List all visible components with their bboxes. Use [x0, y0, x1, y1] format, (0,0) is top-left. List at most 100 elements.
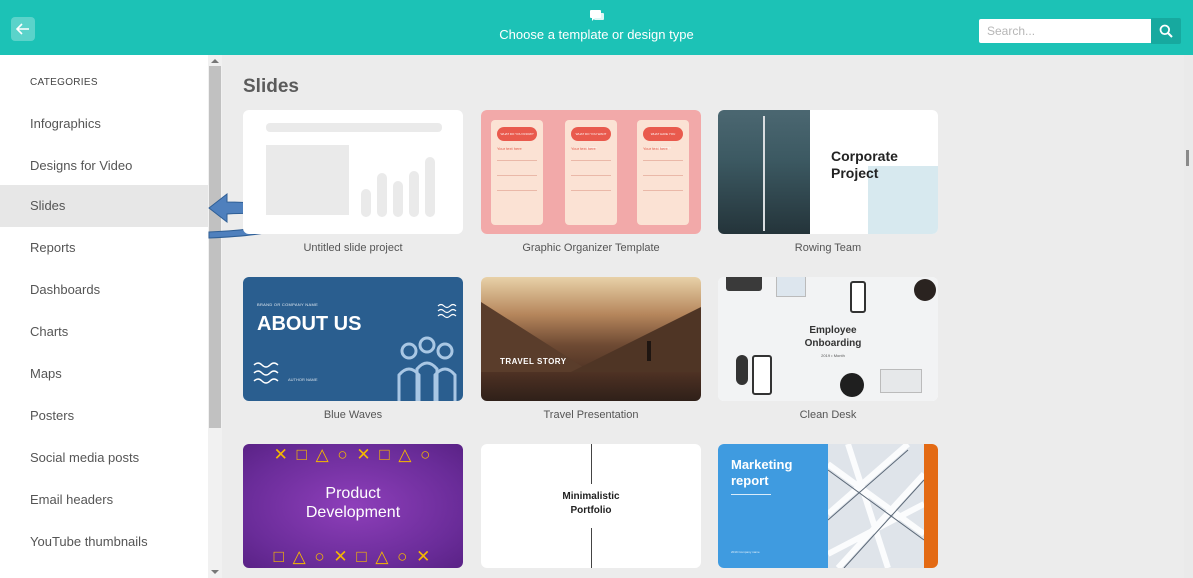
placeholder-bar — [266, 123, 442, 132]
divider — [591, 528, 592, 568]
thumbnail-title: ABOUT US — [257, 313, 362, 335]
scroll-up-arrow-icon[interactable] — [211, 59, 219, 63]
symbol-row: ✕ □ △ ○ ✕ □ △ ○ — [273, 445, 433, 464]
sidebar-item-maps[interactable]: Maps — [0, 353, 208, 395]
template-thumbnail[interactable]: Employee Onboarding 2019 • Month — [718, 277, 938, 401]
notepad-shape — [776, 277, 806, 297]
placeholder-text: Your text here — [571, 146, 596, 151]
sidebar-item-charts[interactable]: Charts — [0, 311, 208, 353]
template-card-travel-presentation[interactable]: TRAVEL STORY Travel Presentation — [481, 277, 701, 421]
sidebar-item-email-headers[interactable]: Email headers — [0, 479, 208, 521]
wave-icon — [437, 303, 457, 319]
wave-icon — [253, 362, 279, 384]
template-card-product-development[interactable]: ✕ □ △ ○ ✕ □ △ ○ Product Development □ △ … — [243, 444, 463, 568]
placeholder-block — [266, 145, 349, 215]
card-label[interactable]: Untitled slide project — [243, 242, 463, 254]
organizer-pill: WHAT HAVE YOU LEARNED? — [643, 127, 683, 150]
thumbnail-title: Corporate Project — [831, 148, 898, 182]
placeholder-bar — [425, 157, 435, 217]
sidebar-item-reports[interactable]: Reports — [0, 227, 208, 269]
thumbnail-title-line: Development — [305, 504, 401, 521]
coffee-cup-shape — [840, 373, 864, 397]
sidebar-item-social-media-posts[interactable]: Social media posts — [0, 437, 208, 479]
divider — [643, 190, 683, 191]
people-icon — [397, 336, 457, 401]
chat-icon — [589, 10, 604, 21]
card-label[interactable]: Rowing Team — [718, 242, 938, 254]
thumbnail-caption: 2019 Company name — [731, 550, 760, 554]
template-thumbnail[interactable] — [243, 110, 463, 234]
sidebar-item-slides[interactable]: Slides — [0, 185, 208, 227]
template-thumbnail[interactable]: TRAVEL STORY — [481, 277, 701, 401]
sidebar-scrollbar[interactable] — [208, 55, 222, 578]
device-shape — [736, 355, 748, 385]
template-thumbnail[interactable]: BRAND OR COMPANY NAME ABOUT US AUTHOR NA… — [243, 277, 463, 401]
sidebar-item-designs-for-video[interactable]: Designs for Video — [0, 145, 208, 187]
template-card-clean-desk[interactable]: Employee Onboarding 2019 • Month Clean D… — [718, 277, 938, 421]
template-card-minimalistic-portfolio[interactable]: Minimalistic Portfolio — [481, 444, 701, 568]
placeholder-bar — [377, 173, 387, 217]
sidebar-scroll-thumb[interactable] — [209, 66, 221, 428]
thumbnail-title: TRAVEL STORY — [500, 357, 567, 366]
organizer-column: WHAT DO YOU WANT KNOW? Your text here — [565, 120, 617, 225]
card-label[interactable]: Travel Presentation — [481, 409, 701, 421]
thumbnail-title-line: Corporate — [831, 148, 898, 164]
card-label[interactable]: Clean Desk — [718, 409, 938, 421]
template-card-marketing-report[interactable]: Marketing report 2019 Company name — [718, 444, 938, 568]
sidebar-item-dashboards[interactable]: Dashboards — [0, 269, 208, 311]
coffee-cup-shape — [914, 279, 936, 301]
thumbnail-caption: BRAND OR COMPANY NAME — [257, 302, 319, 307]
search-input[interactable] — [979, 19, 1151, 43]
hiker-figure — [647, 341, 651, 361]
search-icon — [1159, 24, 1173, 38]
placeholder-bar — [361, 189, 371, 217]
section-title: Slides — [243, 76, 299, 97]
main-scroll-thumb[interactable] — [1186, 150, 1189, 166]
thumbnail-title-line: report — [731, 473, 769, 488]
main-scrollbar[interactable] — [1184, 55, 1193, 578]
search-button[interactable] — [1151, 18, 1181, 44]
template-thumbnail[interactable]: ✕ □ △ ○ ✕ □ △ ○ Product Development □ △ … — [243, 444, 463, 568]
template-card-graphic-organizer[interactable]: WHAT DO YOU KNOW? Your text here WHAT DO… — [481, 110, 701, 254]
card-label[interactable]: Blue Waves — [243, 409, 463, 421]
template-card-rowing-team[interactable]: Corporate Project Rowing Team — [718, 110, 938, 254]
accent-stripe — [924, 444, 938, 568]
divider — [497, 175, 537, 176]
divider — [571, 175, 611, 176]
organizer-pill-text: WHAT DO YOU KNOW? — [500, 132, 534, 136]
card-label[interactable]: Graphic Organizer Template — [481, 242, 701, 254]
template-card-untitled[interactable]: Untitled slide project — [243, 110, 463, 254]
rowing-boat — [763, 116, 765, 231]
placeholder-bar — [409, 171, 419, 217]
categories-heading: CATEGORIES — [30, 77, 98, 88]
thumbnail-title-line: Minimalistic — [562, 491, 620, 502]
thumbnail-title: Minimalistic Portfolio — [481, 490, 701, 518]
thumbnail-title-line: Project — [831, 165, 879, 181]
sidebar-item-infographics[interactable]: Infographics — [0, 103, 208, 145]
sidebar-item-posters[interactable]: Posters — [0, 395, 208, 437]
template-card-blue-waves[interactable]: BRAND OR COMPANY NAME ABOUT US AUTHOR NA… — [243, 277, 463, 421]
sidebar-item-youtube-thumbnails[interactable]: YouTube thumbnails — [0, 521, 208, 563]
divider — [643, 160, 683, 161]
thumbnail-title-line: Marketing — [731, 457, 793, 472]
template-thumbnail[interactable]: Minimalistic Portfolio — [481, 444, 701, 568]
scroll-down-arrow-icon[interactable] — [211, 570, 219, 574]
top-bar: Choose a template or design type — [0, 0, 1193, 55]
placeholder-text: Your text here — [497, 146, 522, 151]
architecture-photo — [826, 444, 927, 568]
thumbnail-title: Product Development — [243, 484, 463, 522]
thumbnail-title-line: Product — [325, 485, 381, 502]
keyboard-shape — [726, 277, 762, 291]
thumbnail-caption: AUTHOR NAME — [288, 377, 318, 382]
divider — [497, 160, 537, 161]
template-thumbnail[interactable]: Corporate Project — [718, 110, 938, 234]
divider — [643, 175, 683, 176]
thumbnail-title-line: Portfolio — [570, 505, 612, 516]
thumbnail-title-line: Employee — [809, 325, 857, 336]
template-thumbnail[interactable]: Marketing report 2019 Company name — [718, 444, 938, 568]
template-thumbnail[interactable]: WHAT DO YOU KNOW? Your text here WHAT DO… — [481, 110, 701, 234]
organizer-pill: WHAT DO YOU WANT KNOW? — [571, 127, 611, 150]
phone-shape — [850, 281, 866, 313]
paper-shape — [880, 369, 922, 393]
organizer-pill: WHAT DO YOU KNOW? — [497, 127, 537, 141]
